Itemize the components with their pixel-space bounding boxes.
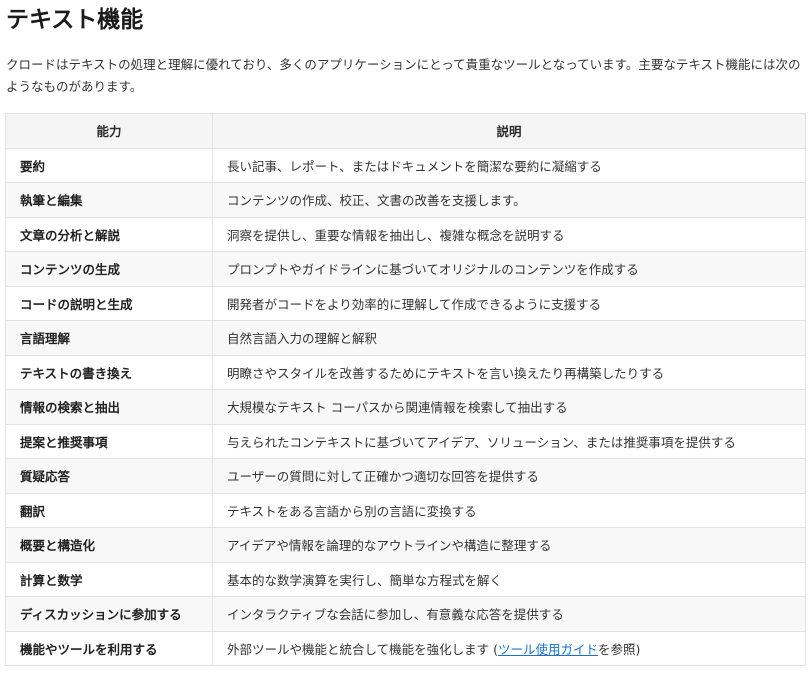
description-cell: 開発者がコードをより効率的に理解して作成できるように支援する [212, 285, 806, 321]
description-cell: プロンプトやガイドラインに基づいてオリジナルのコンテンツを作成する [212, 251, 806, 287]
tool-use-guide-link[interactable]: ツール使用ガイド [498, 642, 598, 657]
description-cell: 外部ツールや機能と統合して機能を強化します (ツール使用ガイドを参照) [212, 630, 806, 666]
description-cell: コンテンツの作成、校正、文書の改善を支援します。 [212, 182, 806, 218]
capability-cell: 文章の分析と解説 [5, 216, 213, 252]
table-row: 言語理解 自然言語入力の理解と解釈 [5, 320, 806, 356]
intro-paragraph: クロードはテキストの処理と理解に優れており、多くのアプリケーションにとって貴重な… [6, 57, 801, 94]
capabilities-table: 能力 説明 要約 長い記事、レポート、またはドキュメントを簡潔な要約に凝縮する … [5, 113, 806, 666]
header-capability: 能力 [5, 113, 213, 149]
capability-cell: ディスカッションに参加する [5, 596, 213, 632]
capability-cell: 機能やツールを利用する [5, 630, 213, 666]
capability-cell: 概要と構造化 [5, 527, 213, 563]
capability-cell: テキストの書き換え [5, 354, 213, 390]
capability-cell: 質疑応答 [5, 458, 213, 494]
capability-cell: 情報の検索と抽出 [5, 389, 213, 425]
description-suffix: を参照) [598, 641, 641, 657]
table-row: テキストの書き換え 明瞭さやスタイルを改善するためにテキストを言い換えたり再構築… [5, 354, 806, 390]
table-header-row: 能力 説明 [5, 113, 806, 149]
table-row: 概要と構造化 アイデアや情報を論理的なアウトラインや構造に整理する [5, 527, 806, 563]
description-cell: 長い記事、レポート、またはドキュメントを簡潔な要約に凝縮する [212, 147, 806, 183]
capability-cell: 執筆と編集 [5, 182, 213, 218]
header-description: 説明 [212, 113, 806, 149]
description-cell: 大規模なテキスト コーパスから関連情報を検索して抽出する [212, 389, 806, 425]
description-cell: 基本的な数学演算を実行し、簡単な方程式を解く [212, 561, 806, 597]
table-row: コードの説明と生成 開発者がコードをより効率的に理解して作成できるように支援する [5, 285, 806, 321]
table-row: 計算と数学 基本的な数学演算を実行し、簡単な方程式を解く [5, 561, 806, 597]
description-cell: テキストをある言語から別の言語に変換する [212, 492, 806, 528]
capability-cell: コードの説明と生成 [5, 285, 213, 321]
table-row: ディスカッションに参加する インタラクティブな会話に参加し、有意義な応答を提供す… [5, 596, 806, 632]
description-cell: 与えられたコンテキストに基づいてアイデア、ソリューション、または推奨事項を提供す… [212, 423, 806, 459]
table-row: 文章の分析と解説 洞察を提供し、重要な情報を抽出し、複雑な概念を説明する [5, 216, 806, 252]
table-row: 要約 長い記事、レポート、またはドキュメントを簡潔な要約に凝縮する [5, 147, 806, 183]
table-row: 翻訳 テキストをある言語から別の言語に変換する [5, 492, 806, 528]
description-cell: ユーザーの質問に対して正確かつ適切な回答を提供する [212, 458, 806, 494]
page-title: テキスト機能 [6, 7, 144, 33]
table-row: 質疑応答 ユーザーの質問に対して正確かつ適切な回答を提供する [5, 458, 806, 494]
capability-cell: 提案と推奨事項 [5, 423, 213, 459]
capability-cell: 要約 [5, 147, 213, 183]
table-row: 情報の検索と抽出 大規模なテキスト コーパスから関連情報を検索して抽出する [5, 389, 806, 425]
description-cell: 洞察を提供し、重要な情報を抽出し、複雑な概念を説明する [212, 216, 806, 252]
table-row: 執筆と編集 コンテンツの作成、校正、文書の改善を支援します。 [5, 182, 806, 218]
table-row: 提案と推奨事項 与えられたコンテキストに基づいてアイデア、ソリューション、または… [5, 423, 806, 459]
description-cell: 自然言語入力の理解と解釈 [212, 320, 806, 356]
description-cell: 明瞭さやスタイルを改善するためにテキストを言い換えたり再構築したりする [212, 354, 806, 390]
capability-cell: 翻訳 [5, 492, 213, 528]
capability-cell: 計算と数学 [5, 561, 213, 597]
description-cell: インタラクティブな会話に参加し、有意義な応答を提供する [212, 596, 806, 632]
capability-cell: 言語理解 [5, 320, 213, 356]
description-cell: アイデアや情報を論理的なアウトラインや構造に整理する [212, 527, 806, 563]
table-row: コンテンツの生成 プロンプトやガイドラインに基づいてオリジナルのコンテンツを作成… [5, 251, 806, 287]
capability-cell: コンテンツの生成 [5, 251, 213, 287]
description-prefix: 外部ツールや機能と統合して機能を強化します ( [227, 641, 498, 657]
table-row: 機能やツールを利用する 外部ツールや機能と統合して機能を強化します (ツール使用… [5, 630, 806, 666]
